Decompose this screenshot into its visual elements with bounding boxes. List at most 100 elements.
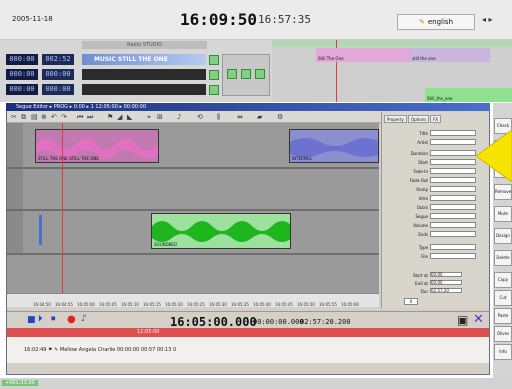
grid-icon[interactable]: ⊞ [157,113,165,121]
deck-button-2[interactable] [209,70,219,80]
page-field[interactable]: 0 [404,298,418,305]
play-from-icon[interactable]: ⏵ [38,314,43,324]
start-at-field[interactable]: 00:00 [430,272,462,277]
top-clip-1[interactable]: Still The One [316,48,410,62]
redo-icon[interactable]: ↷ [61,113,69,121]
ruler-tick: 16:05:35 [231,302,249,307]
prop-input[interactable] [430,204,476,210]
prop-start-at: Start at 00:00 [384,272,488,279]
deck-tc-1: 000:00 [6,54,38,65]
music-icon[interactable]: ♪ [81,314,87,324]
cue-marker[interactable] [39,215,42,245]
track-header-1[interactable] [7,123,23,167]
snap-icon[interactable]: ⌖ [147,113,155,121]
cut-button[interactable]: Cut [494,290,512,306]
select-icon[interactable]: ■ [27,315,36,325]
info-button[interactable]: Info [494,344,512,360]
remove-button[interactable]: Remove [494,184,512,200]
rewind-icon[interactable]: ⏮ [77,113,85,121]
marker-icon[interactable]: ⚑ [107,113,115,121]
design-button[interactable]: Design [494,228,512,244]
prop-input[interactable] [430,130,476,136]
prop-input[interactable] [430,168,476,174]
prop-input[interactable] [430,231,476,237]
prop-input[interactable] [430,177,476,183]
active-log-row[interactable]: 12:05:00 [7,328,489,337]
fade-in-icon[interactable]: ◢ [117,113,125,121]
deck-tc-1: 000:00 [6,69,38,80]
pause-button[interactable] [241,69,251,79]
prop-input[interactable] [430,195,476,201]
deck-row-2[interactable]: 000:00 000:00 [6,69,206,80]
main-clock: 16:09:50 [180,10,258,29]
record-icon[interactable]: ● [67,314,76,325]
deck-row-3[interactable]: 000:00 000:00 [6,84,206,95]
log-row[interactable]: 16:02:49 ⚑ ✎ Mellow Angela Charlie 00:00… [24,347,176,353]
deck-row-1[interactable]: 000:00 002:52 MUSIC STILL THE ONE [6,54,206,65]
copy-icon[interactable]: ⧉ [21,113,29,121]
deck-button-1[interactable] [209,55,219,65]
deck-bar-3[interactable] [82,84,206,95]
save-icon[interactable]: ▣ [457,313,468,327]
duration-field[interactable]: 02:57.20 [430,288,462,293]
top-clip-3[interactable]: Still_the_one [425,88,512,102]
prop-input[interactable] [430,150,476,156]
deck-bar-1[interactable]: MUSIC STILL THE ONE [82,54,206,65]
clip-label: still the one [412,56,436,61]
time-ruler[interactable]: 16:04:50 16:04:55 16:05:00 16:05:05 16:0… [7,293,379,307]
copy-button[interactable]: Copy [494,272,512,288]
prop-input[interactable] [430,159,476,165]
clip-still-the-one[interactable]: STILL THE ONE STILL THE ONE [35,129,159,163]
prop-start: Start [384,159,488,166]
editor-playhead[interactable] [62,123,63,293]
tab-property[interactable]: Property [384,115,407,123]
prop-input[interactable] [430,213,476,219]
undo-icon[interactable]: ↶ [51,113,59,121]
tab-options[interactable]: Options [408,115,430,123]
olives-button[interactable]: Olives [494,326,512,342]
volume-icon[interactable]: ♪ [177,113,185,121]
stop-icon[interactable]: ⏹ [51,314,56,324]
prop-input[interactable] [430,222,476,228]
top-clip-2[interactable]: still the one [410,48,490,62]
play-button[interactable] [227,69,237,79]
track-header-3[interactable] [7,211,23,253]
prop-input[interactable] [430,244,476,250]
end-at-field[interactable]: 00:00 [430,280,462,285]
fade-out-icon[interactable]: ◣ [127,113,135,121]
ruler-tick: 16:04:55 [55,302,73,307]
zoom-icon[interactable]: ⊕ [41,113,49,121]
mute-button[interactable]: Mute [494,206,512,222]
clip-internal[interactable]: INTERNAL [289,129,379,163]
tab-fx[interactable]: FX [430,115,442,123]
nav-arrows[interactable]: ◂ ▸ [482,15,493,24]
loop-icon[interactable]: ⟲ [197,113,205,121]
prop-input[interactable] [430,139,476,145]
cut-icon[interactable]: ✂ [11,113,19,121]
log-time: 12:05:00 [137,329,160,335]
deck-title: Radio STUDIO [82,41,207,49]
flag-icon: ✎ [418,18,425,26]
deck-tc-2: 000:00 [42,84,74,95]
paste-button[interactable]: Paste [494,308,512,324]
settings-icon[interactable]: ⚙ [277,113,285,121]
deck-button-3[interactable] [209,85,219,95]
split-icon[interactable]: ⫼ [217,113,225,121]
trim-icon[interactable]: ⇹ [237,113,245,121]
paste-icon[interactable]: ▤ [31,113,39,121]
deck-bar-2[interactable] [82,69,206,80]
close-icon[interactable]: ✕ [473,312,484,327]
prop-input[interactable] [430,253,476,259]
editor-toolbar: ✂ ⧉ ▤ ⊕ ↶ ↷ ⏮ ⏭ ⚑ ◢ ◣ ⌖ ⊞ ♪ ⟲ ⫼ ⇹ ▰ ⚙ [7,111,381,123]
prop-label: Type [418,245,428,250]
language-selector[interactable]: ✎ english [397,14,475,30]
folder-icon[interactable]: ▰ [257,113,265,121]
clip-soundbed[interactable]: SOUNDBED [151,213,291,249]
forward-icon[interactable]: ⏭ [87,113,95,121]
track-header-2[interactable] [7,169,23,209]
next-button[interactable] [255,69,265,79]
prop-ramp: Ramp [384,186,488,193]
ruler-tick: 16:05:10 [121,302,139,307]
delete-button[interactable]: Delete [494,250,512,266]
prop-input[interactable] [430,186,476,192]
